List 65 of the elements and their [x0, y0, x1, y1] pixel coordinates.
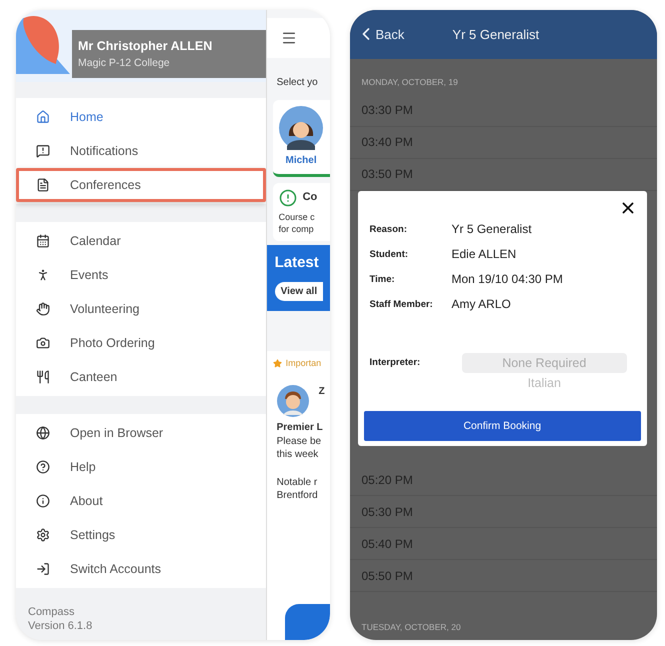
hand-icon: [36, 302, 50, 316]
menu-item[interactable]: Calendar: [16, 224, 266, 258]
menu-item[interactable]: Canteen: [16, 360, 266, 394]
post-text: Brentford: [276, 489, 319, 503]
field-value: Edie ALLEN: [452, 247, 518, 262]
menu-item[interactable]: Conferences: [16, 168, 266, 202]
alert-text: Course c: [278, 210, 316, 223]
menu-item[interactable]: Volunteering: [16, 292, 266, 326]
alert-title: Co: [302, 190, 318, 205]
version-text: Version 6.1.8: [28, 620, 94, 632]
settings-icon: [36, 528, 50, 542]
field-value: Mon 19/10 04:30 PM: [452, 272, 564, 286]
menu-item[interactable]: Settings: [16, 518, 266, 552]
help-icon: [36, 460, 50, 474]
menu-icon[interactable]: [280, 30, 297, 46]
menu-item[interactable]: Switch Accounts: [16, 552, 266, 586]
post-text: Please be: [276, 434, 322, 448]
day-header: TUESDAY, OCTOBER, 20: [360, 621, 462, 634]
user-name: Mr Christopher ALLEN: [78, 39, 214, 53]
calendar-icon: [36, 234, 50, 248]
student-name: Michel: [285, 154, 317, 168]
field-label: Interpreter:: [370, 356, 422, 368]
field-label: Reason:: [370, 224, 408, 235]
menu-item[interactable]: Home: [16, 100, 266, 134]
floating-button[interactable]: [284, 604, 330, 640]
post-text: Premier L: [276, 421, 324, 435]
field-value: Yr 5 Generalist: [452, 222, 533, 236]
person-icon: [36, 268, 50, 282]
back-button[interactable]: Back: [356, 24, 404, 44]
author-name: Z: [318, 385, 325, 399]
tag-text: Importan: [286, 357, 322, 370]
field-label: Staff Member:: [370, 298, 434, 310]
camera-icon: [36, 336, 50, 350]
avatar-icon: [276, 385, 309, 418]
menu-item[interactable]: About: [16, 484, 266, 518]
menu-item[interactable]: Events: [16, 258, 266, 292]
menu-item[interactable]: Open in Browser: [16, 416, 266, 450]
field-value: Amy ARLO: [452, 297, 512, 312]
version-text: Compass: [28, 606, 76, 618]
screen-title: Yr 5 Generalist: [452, 26, 540, 42]
message-alert-icon: [36, 144, 50, 158]
info-icon: [36, 494, 50, 508]
prompt-text: Select yo: [276, 77, 318, 88]
school-name: Magic P-12 College: [78, 57, 171, 69]
sign-in-icon: [36, 562, 50, 576]
view-all-button[interactable]: View all: [274, 282, 324, 302]
alert-text: for comp: [278, 222, 315, 235]
student-card[interactable]: Michel: [272, 100, 330, 176]
post-text: this week: [276, 448, 320, 462]
menu-item[interactable]: Notifications: [16, 134, 266, 168]
confirm-button[interactable]: Confirm Booking: [364, 410, 641, 441]
home-icon: [36, 110, 50, 124]
post-text: Notable r: [276, 476, 318, 490]
menu-item[interactable]: Help: [16, 450, 266, 484]
field-label: Time:: [370, 274, 396, 285]
star-icon: [272, 358, 282, 368]
alert-icon: [278, 188, 297, 206]
menu-item[interactable]: Photo Ordering: [16, 326, 266, 360]
day-header: MONDAY, OCTOBER, 19: [360, 76, 459, 89]
avatar-icon: [279, 106, 324, 150]
document-icon: [36, 178, 50, 192]
field-label: Student:: [370, 248, 410, 260]
utensils-icon: [36, 370, 50, 384]
section-title: Latest: [274, 252, 320, 273]
globe-icon: [36, 426, 50, 440]
